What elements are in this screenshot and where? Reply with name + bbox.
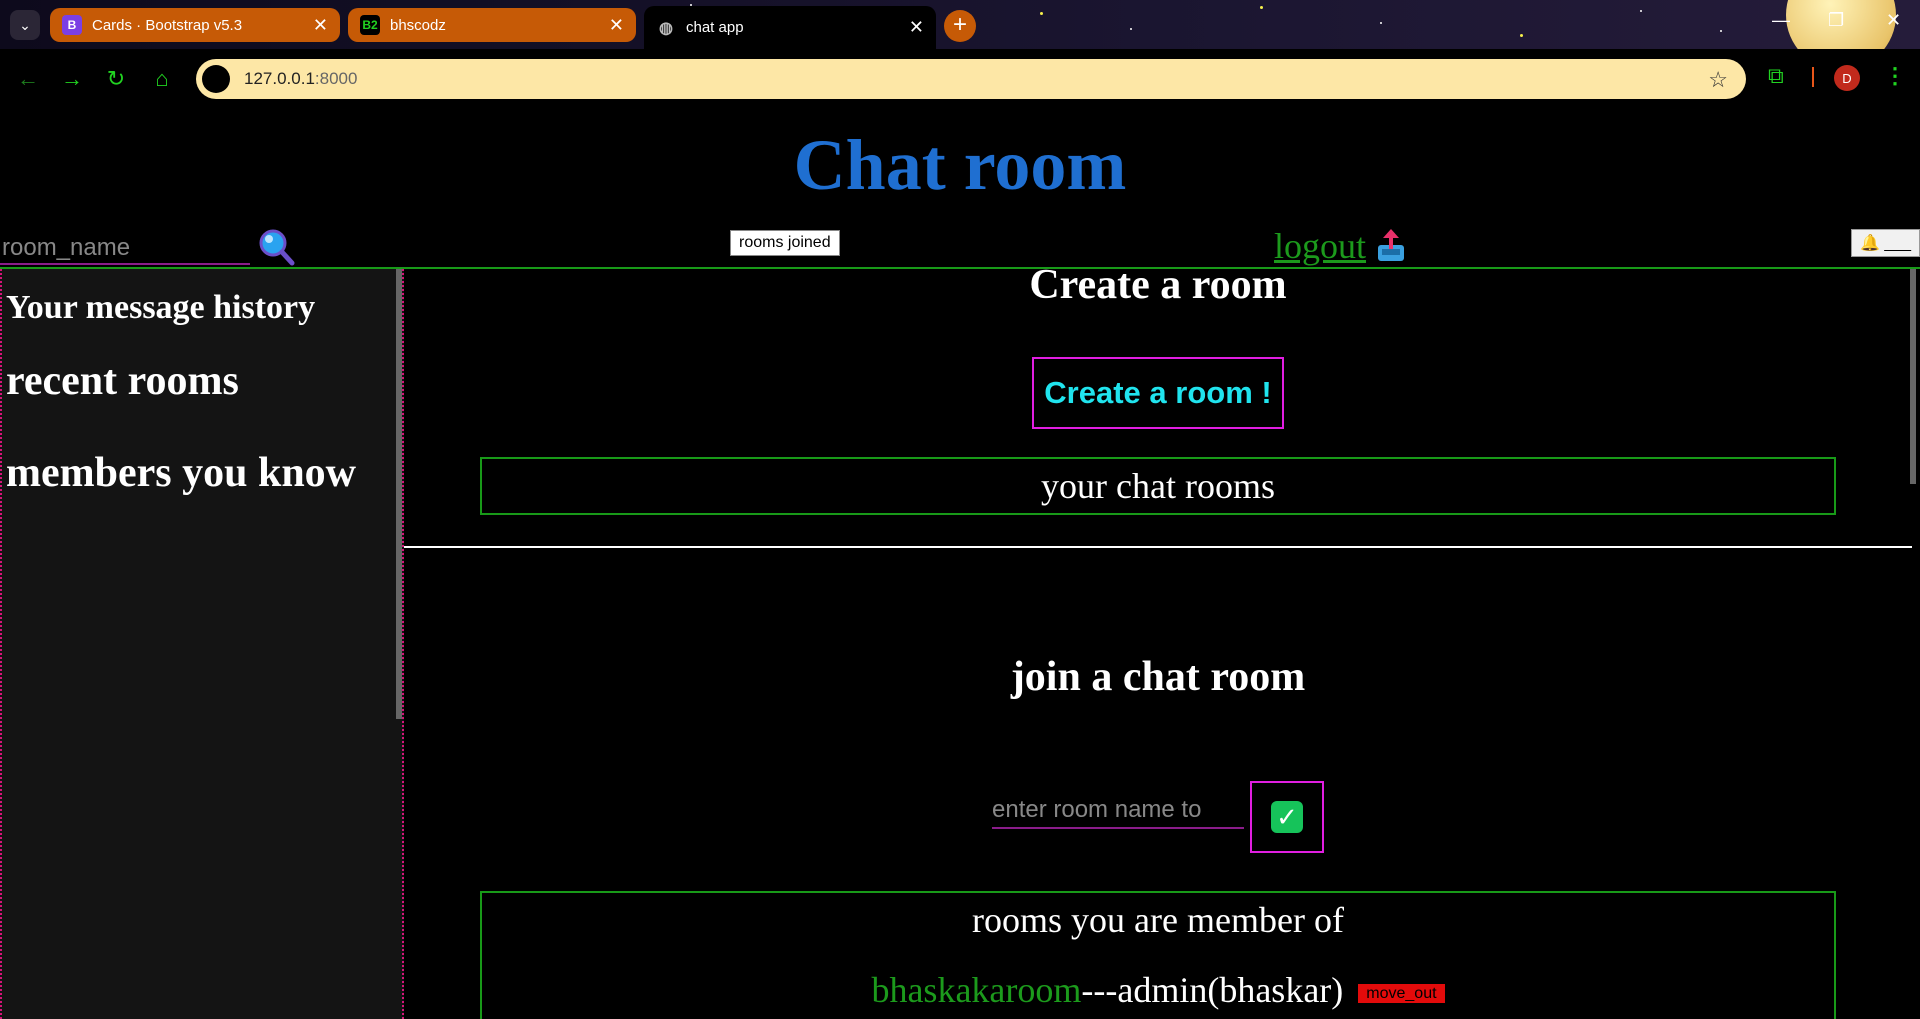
home-button[interactable]: ⌂ <box>148 65 176 93</box>
url-text: 127.0.0.1:8000 <box>244 69 358 88</box>
reload-icon: ↻ <box>106 66 126 91</box>
tab-title: chat app <box>686 19 744 36</box>
tab-search-button[interactable]: ⌄ <box>10 10 40 40</box>
new-tab-button[interactable]: + <box>944 10 976 42</box>
notification-button[interactable]: 🔔 ___ <box>1851 229 1920 257</box>
check-icon: ✓ <box>1271 801 1303 833</box>
address-bar[interactable]: 127.0.0.1:8000 ☆ <box>196 59 1746 99</box>
close-icon[interactable]: ✕ <box>313 15 328 36</box>
list-item: bhaskakaroom---admin(bhaskar) move_out <box>482 969 1834 1011</box>
search-icon[interactable] <box>256 227 296 267</box>
page-title: Chat room <box>793 125 1127 205</box>
close-icon[interactable]: ✕ <box>609 15 624 36</box>
browser-menu-icon[interactable]: ⋮ <box>1884 63 1906 89</box>
move-out-button[interactable]: move_out <box>1358 984 1445 1004</box>
page: Chat room rooms joined logout 🔔 ___ Your… <box>0 109 1920 1019</box>
restore-icon[interactable]: ❐ <box>1828 10 1844 31</box>
main-content: Create a room Create a room ! your chat … <box>404 262 1920 1019</box>
toolbar-separator <box>1812 67 1814 87</box>
sidebar-scrollbar[interactable] <box>396 269 402 719</box>
extensions-icon[interactable]: ⧉ <box>1768 63 1796 91</box>
bootstrap-favicon-icon: B <box>62 15 82 35</box>
chevron-down-icon: ⌄ <box>19 16 31 33</box>
back-button[interactable]: ← <box>14 65 42 93</box>
bhscodz-favicon-icon: B2 <box>360 15 380 35</box>
sidebar: Your message history recent rooms member… <box>0 269 404 1019</box>
your-chat-rooms-box: your chat rooms <box>480 457 1836 515</box>
profile-avatar[interactable]: D <box>1834 65 1860 91</box>
globe-icon: ◍ <box>659 19 673 37</box>
sidebar-item-recent-rooms[interactable]: recent rooms <box>6 357 239 405</box>
plus-icon: + <box>952 11 967 38</box>
bookmark-star-icon[interactable]: ☆ <box>1708 67 1728 93</box>
member-rooms-title: rooms you are member of <box>972 900 1344 940</box>
section-divider <box>404 546 1912 548</box>
join-room-heading: join a chat room <box>1010 654 1306 700</box>
forward-button[interactable]: → <box>58 65 86 93</box>
tab-chat-app[interactable]: ◍ chat app ✕ <box>644 6 936 49</box>
tab-title: bhscodz <box>390 16 446 34</box>
tab-bootstrap[interactable]: B Cards · Bootstrap v5.3 ✕ <box>50 8 340 42</box>
member-rooms-box: rooms you are member of bhaskakaroom---a… <box>480 891 1836 1019</box>
sidebar-item-message-history[interactable]: Your message history <box>6 289 315 327</box>
create-room-heading: Create a room <box>1029 262 1287 308</box>
room-admin-text: ---admin(bhaskar) <box>1081 970 1344 1010</box>
rooms-joined-button[interactable]: rooms joined <box>730 230 840 256</box>
create-room-button[interactable]: Create a room ! <box>1032 357 1284 429</box>
home-icon: ⌂ <box>155 66 169 91</box>
browser-toolbar: ← → ↻ ⌂ 127.0.0.1:8000 ☆ ⧉ D ⋮ <box>0 49 1920 109</box>
outbox-icon <box>1378 229 1405 261</box>
minimize-icon[interactable]: — <box>1772 10 1790 31</box>
site-info-icon[interactable] <box>202 65 230 93</box>
arrow-left-icon: ← <box>17 66 39 91</box>
room-search-input[interactable] <box>0 233 250 265</box>
tab-bhscodz[interactable]: B2 bhscodz ✕ <box>348 8 636 42</box>
main-scrollbar[interactable] <box>1910 269 1916 484</box>
arrow-right-icon: → <box>61 66 83 91</box>
browser-tab-bar: ⌄ B Cards · Bootstrap v5.3 ✕ B2 bhscodz … <box>0 0 1920 49</box>
tab-title: Cards · Bootstrap v5.3 <box>92 16 243 34</box>
close-icon[interactable]: ✕ <box>909 17 924 38</box>
room-link[interactable]: bhaskakaroom <box>871 970 1081 1010</box>
reload-button[interactable]: ↻ <box>102 65 130 93</box>
join-room-input[interactable] <box>992 793 1244 829</box>
sidebar-item-members[interactable]: members you know <box>6 449 356 497</box>
join-room-button[interactable]: ✓ <box>1250 781 1324 853</box>
window-close-icon[interactable]: ✕ <box>1886 10 1901 31</box>
